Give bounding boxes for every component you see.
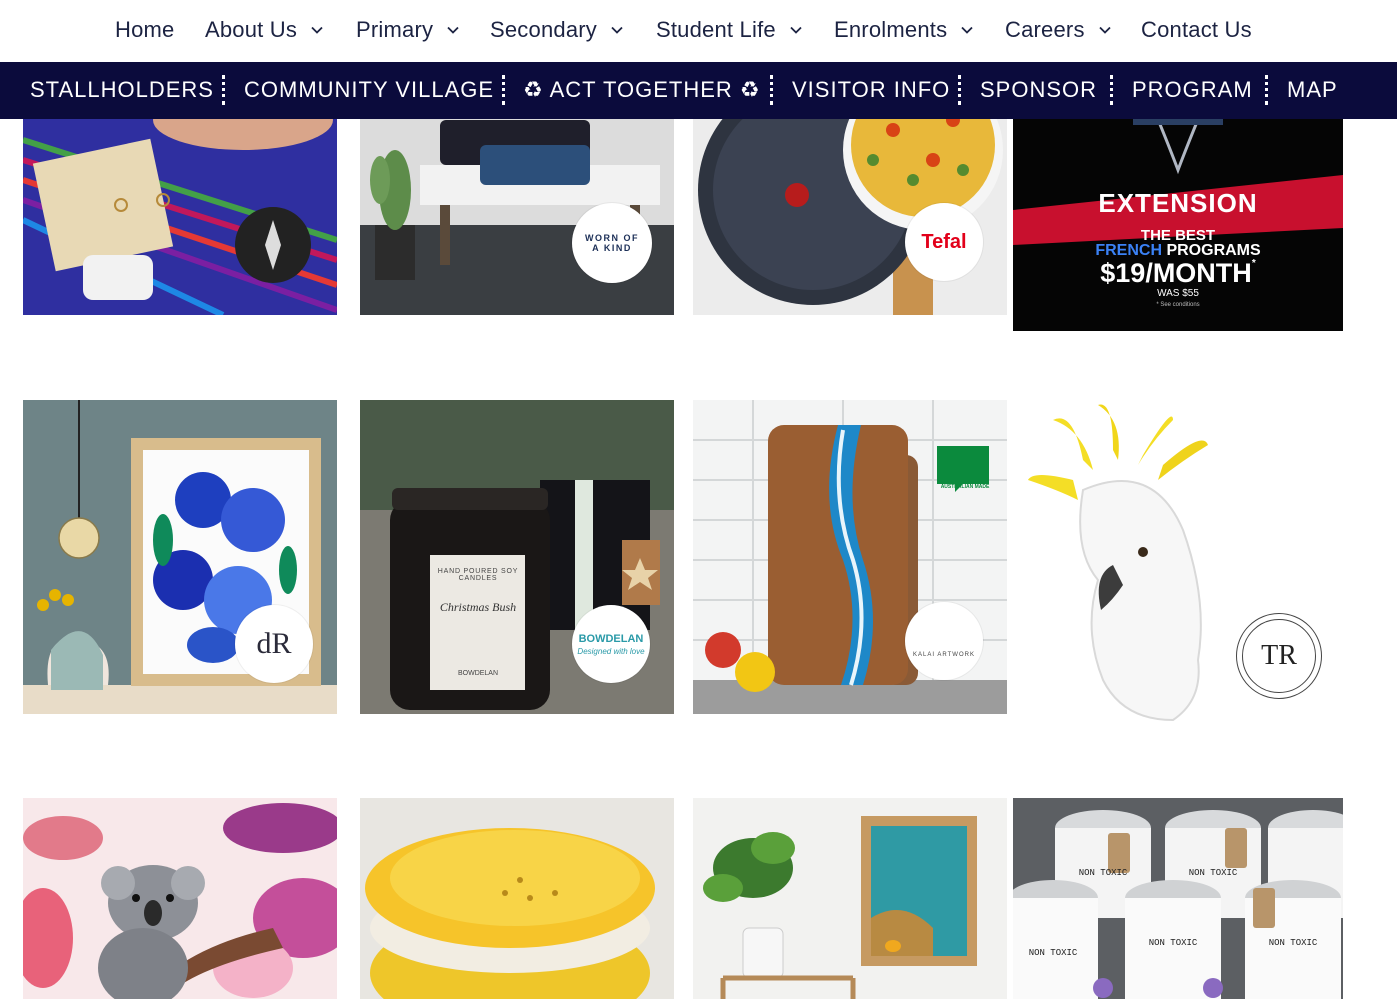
ad-price-star: *: [1251, 258, 1256, 269]
tefal-logo-text: Tefal: [921, 230, 967, 253]
chevron-down-icon: [961, 26, 973, 34]
bowdelan-candle-image[interactable]: HAND POURED SOY CANDLES Christmas Bush B…: [360, 400, 674, 714]
candle-label-name: Christmas Bush: [439, 600, 517, 614]
subnav-divider: [222, 75, 225, 105]
subnav-act-together[interactable]: ♻ ACT TOGETHER ♻: [523, 77, 761, 103]
nav-secondary-label: Secondary: [490, 17, 597, 42]
nav-contact-us-label: Contact Us: [1141, 17, 1252, 42]
nav-careers-label: Careers: [1005, 17, 1085, 42]
subnav-map[interactable]: MAP: [1287, 77, 1338, 103]
jar-label-2: NON TOXIC: [1188, 868, 1238, 878]
dr-badge: dR: [235, 605, 313, 683]
plant-and-print-image[interactable]: [693, 798, 1007, 999]
chevron-down-icon: [1099, 26, 1111, 34]
ad-line2-french: FRENCH: [1095, 242, 1162, 259]
nav-student-life[interactable]: Student Life: [656, 17, 802, 43]
chevron-down-icon: [611, 26, 623, 34]
nav-careers[interactable]: Careers: [1005, 17, 1111, 43]
subnav-program[interactable]: PROGRAM: [1132, 77, 1253, 103]
subnav-stallholders[interactable]: STALLHOLDERS: [30, 77, 214, 103]
candle-jars-photo: [1013, 798, 1343, 999]
koala-watercolour: [23, 798, 337, 999]
nav-home[interactable]: Home: [115, 17, 175, 43]
worn-of-a-kind-badge: WORN OF A KIND: [572, 203, 652, 283]
nav-student-life-label: Student Life: [656, 17, 776, 42]
nav-enrolments[interactable]: Enrolments: [834, 17, 973, 43]
nav-contact-us[interactable]: Contact Us: [1141, 17, 1252, 43]
subnav-divider: [770, 75, 773, 105]
badge-inner-ring: [1242, 619, 1316, 693]
tefal-badge: Tefal: [905, 203, 983, 281]
yellow-bowls-photo: [360, 798, 674, 999]
dr-logo-text: dR: [256, 627, 292, 660]
bowdelan-badge: BOWDELAN Designed with love: [572, 605, 650, 683]
nav-about-us-label: About Us: [205, 17, 298, 42]
ad-conditions: * See conditions: [1156, 302, 1200, 308]
plant-shelf-photo: [693, 798, 1007, 999]
subnav-divider: [1110, 75, 1113, 105]
ad-headline: EXTENSION: [1098, 188, 1258, 218]
kalai-artwork-image[interactable]: AUSTRALIAN MADE KALAI ARTWORK: [693, 400, 1007, 714]
main-navigation: Home About Us Primary Secondary Student …: [0, 0, 1397, 62]
nav-about-us[interactable]: About Us: [205, 17, 323, 43]
worn-of-a-kind-logo-text: WORN OF A KIND: [585, 233, 639, 253]
jar-label-1: NON TOXIC: [1078, 868, 1128, 878]
nav-primary[interactable]: Primary: [356, 17, 459, 43]
subnav-divider: [502, 75, 505, 105]
bowdelan-logo-sub: Designed with love: [577, 646, 645, 656]
bowdelan-logo-title: BOWDELAN: [578, 632, 644, 645]
ad-price: $19/MONTH*: [1013, 258, 1343, 289]
chevron-down-icon: [311, 26, 323, 34]
kalai-artwork-logo-text: KALAI ARTWORK: [913, 652, 975, 658]
subnav-visitor-info[interactable]: VISITOR INFO: [792, 77, 950, 103]
ad-line2-programs: PROGRAMS: [1162, 242, 1261, 259]
nav-enrolments-label: Enrolments: [834, 17, 948, 42]
nav-home-label: Home: [115, 17, 175, 42]
ad-price-value: $19/MONTH: [1100, 258, 1252, 288]
non-toxic-candles-image[interactable]: NON TOXIC NON TOXIC NON TOXIC NON TOXIC …: [1013, 798, 1343, 999]
nav-primary-label: Primary: [356, 17, 434, 42]
subnav-divider: [958, 75, 961, 105]
dr-art-print-image[interactable]: dR: [23, 400, 337, 714]
event-subnav: STALLHOLDERS COMMUNITY VILLAGE ♻ ACT TOG…: [0, 62, 1397, 119]
kalai-artwork-badge: KALAI ARTWORK: [905, 602, 983, 680]
jar-label-5: NON TOXIC: [1268, 938, 1318, 948]
jar-label-3: NON TOXIC: [1028, 948, 1078, 958]
candle-label-brand: BOWDELAN: [457, 670, 499, 677]
candle-label-top: HAND POURED SOY CANDLES: [437, 568, 519, 582]
tiffanie-rundle-badge: TR: [1236, 613, 1322, 699]
tiffanie-rundle-image[interactable]: TR: [1013, 400, 1343, 730]
koala-painting-image[interactable]: [23, 798, 337, 999]
ceramic-bowls-image[interactable]: [360, 798, 674, 999]
nav-secondary[interactable]: Secondary: [490, 17, 623, 43]
chevron-down-icon: [447, 26, 459, 34]
subnav-divider: [1265, 75, 1268, 105]
subnav-sponsor[interactable]: SPONSOR: [980, 77, 1097, 103]
australian-made-text: AUSTRALIAN MADE: [940, 484, 990, 490]
ad-was-price: WAS $55: [1157, 288, 1199, 299]
jar-label-4: NON TOXIC: [1148, 938, 1198, 948]
subnav-community-village[interactable]: COMMUNITY VILLAGE: [244, 77, 494, 103]
chevron-down-icon: [790, 26, 802, 34]
